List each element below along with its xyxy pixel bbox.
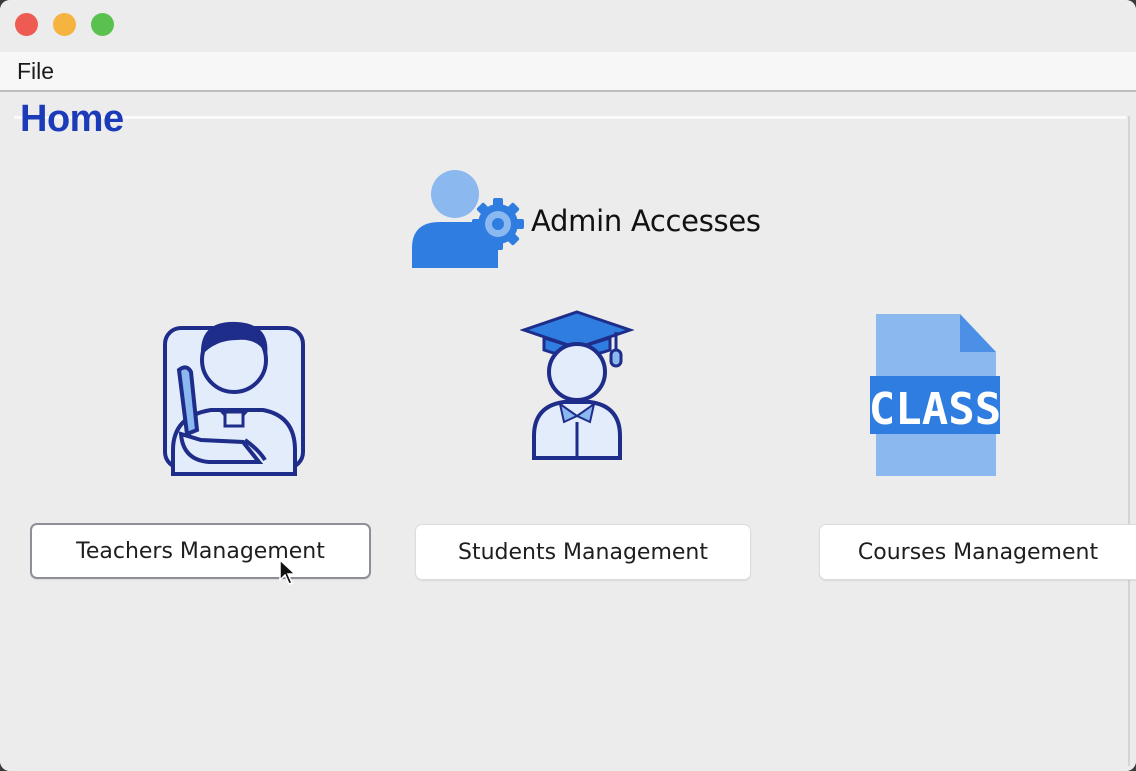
teacher-icon <box>163 321 305 476</box>
home-panel: Home Admin Accesses CLASS Teachers Manag… <box>0 92 1136 771</box>
courses-management-button[interactable]: Courses Management <box>819 524 1136 580</box>
page-title: Home <box>20 98 124 140</box>
students-management-button[interactable]: Students Management <box>415 524 751 580</box>
minimize-window-button[interactable] <box>53 13 76 36</box>
menu-bar: File <box>0 52 1136 92</box>
teachers-management-button[interactable]: Teachers Management <box>30 523 371 579</box>
title-bar <box>0 0 1136 52</box>
close-window-button[interactable] <box>15 13 38 36</box>
student-graduate-icon <box>520 310 634 460</box>
panel-border-right <box>1128 116 1130 766</box>
admin-accesses-label: Admin Accesses <box>531 204 761 238</box>
app-window: File Home Admin Accesses CLASS Teachers … <box>0 0 1136 771</box>
zoom-window-button[interactable] <box>91 13 114 36</box>
admin-gear-icon <box>412 170 524 268</box>
menu-file[interactable]: File <box>17 58 54 85</box>
mouse-pointer-icon <box>279 558 297 585</box>
panel-border-top <box>14 116 1126 119</box>
class-file-icon: CLASS <box>869 314 1001 476</box>
class-icon-text: CLASS <box>869 384 1001 435</box>
